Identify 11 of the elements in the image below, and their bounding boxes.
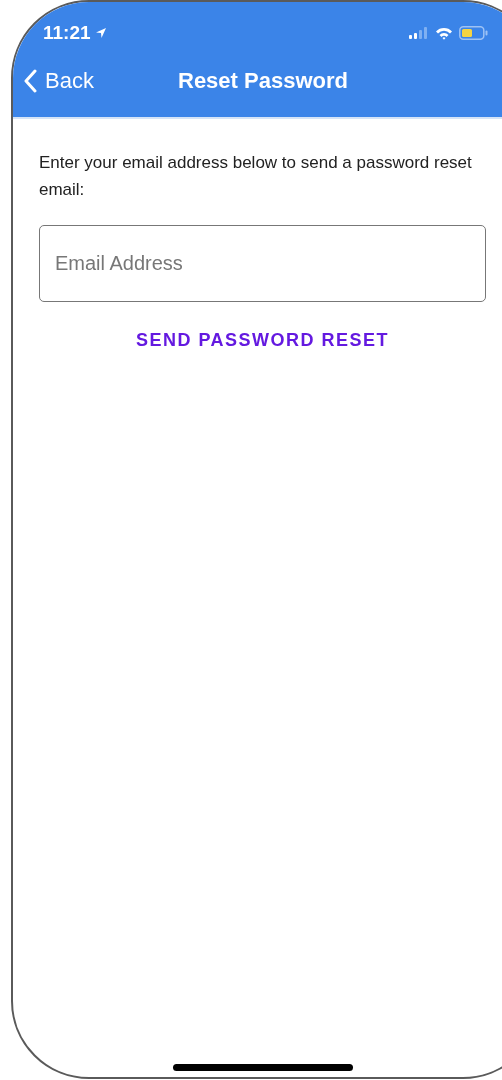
wifi-icon xyxy=(435,26,453,40)
battery-icon xyxy=(459,26,489,40)
send-password-reset-button[interactable]: SEND PASSWORD RESET xyxy=(127,326,398,355)
status-time: 11:21 xyxy=(43,22,91,44)
email-field[interactable]: Email Address xyxy=(39,225,486,302)
signal-icon xyxy=(409,27,429,39)
back-button[interactable]: Back xyxy=(13,68,94,94)
chevron-left-icon xyxy=(23,69,37,93)
instructions-text: Enter your email address below to send a password reset email: xyxy=(39,152,473,201)
location-arrow-icon xyxy=(94,27,107,39)
screen-title: Reset Password xyxy=(178,68,348,94)
